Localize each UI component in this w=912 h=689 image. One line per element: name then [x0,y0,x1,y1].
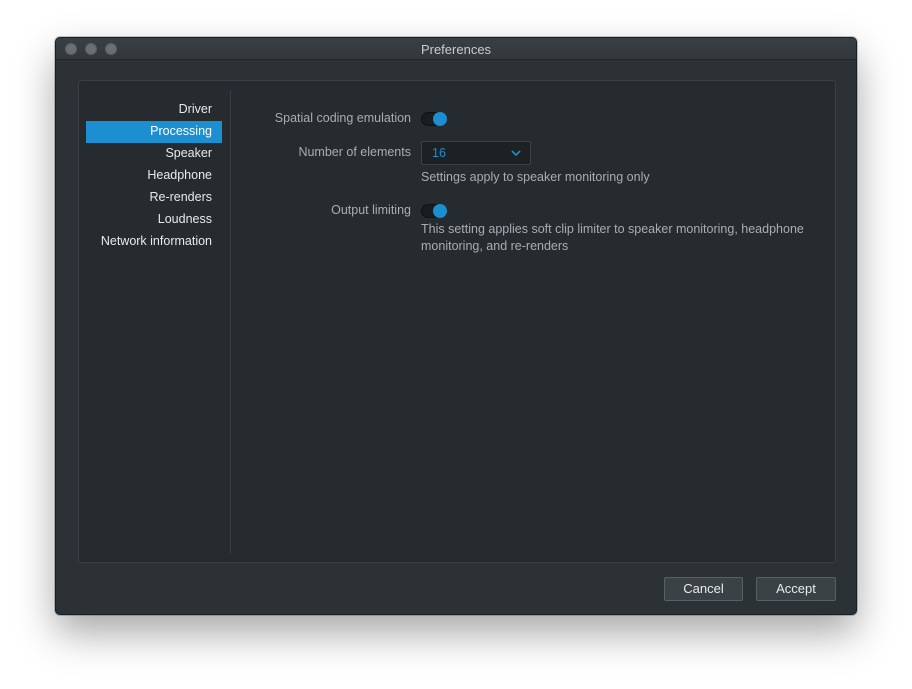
number-of-elements-select[interactable]: 16 [421,141,531,165]
sidebar: Driver Processing Speaker Headphone Re-r… [86,99,222,253]
output-limiting-note: This setting applies soft clip limiter t… [421,222,804,253]
title-bar: Preferences [56,38,856,60]
preferences-window: Preferences Driver Processing Speaker He… [55,37,857,615]
accept-button[interactable]: Accept [756,577,836,601]
spatial-coding-label: Spatial coding emulation [274,111,411,125]
spatial-coding-toggle[interactable] [421,112,447,126]
output-limiting-toggle[interactable] [421,204,447,218]
toggle-knob [433,204,447,218]
sidebar-item-headphone[interactable]: Headphone [86,165,222,187]
preferences-panel: Driver Processing Speaker Headphone Re-r… [78,80,836,563]
sidebar-divider [230,91,231,553]
sidebar-item-driver[interactable]: Driver [86,99,222,121]
number-of-elements-label: Number of elements [298,145,411,159]
toggle-knob [433,112,447,126]
output-limiting-label: Output limiting [331,203,411,217]
chevron-down-icon [511,150,521,157]
sidebar-item-re-renders[interactable]: Re-renders [86,187,222,209]
sidebar-item-speaker[interactable]: Speaker [86,143,222,165]
sidebar-item-processing[interactable]: Processing [86,121,222,143]
number-of-elements-note: Settings apply to speaker monitoring onl… [421,170,650,184]
sidebar-item-loudness[interactable]: Loudness [86,209,222,231]
window-title: Preferences [420,42,492,57]
sidebar-item-network-information[interactable]: Network information [86,231,222,253]
cancel-button[interactable]: Cancel [664,577,743,601]
number-of-elements-value: 16 [432,146,446,160]
